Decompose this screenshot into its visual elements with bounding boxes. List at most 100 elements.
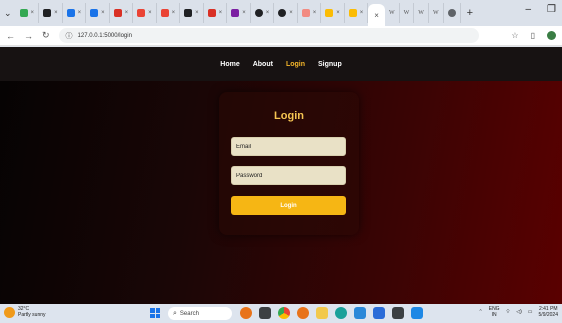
nav-link-login[interactable]: Login bbox=[286, 61, 305, 68]
toolbar-actions: ☆ ▯ bbox=[511, 31, 556, 40]
tray-chevron-up-icon[interactable]: ⌃ bbox=[479, 309, 483, 315]
language-indicator[interactable]: ENG IN bbox=[489, 306, 500, 318]
chrome-icon[interactable] bbox=[278, 307, 290, 319]
nav-link-signup[interactable]: Signup bbox=[318, 61, 342, 68]
new-tab-button[interactable]: + bbox=[467, 7, 473, 19]
close-icon[interactable]: × bbox=[54, 10, 58, 16]
nav-link-home[interactable]: Home bbox=[220, 61, 239, 68]
browser-tab[interactable]: × bbox=[298, 3, 322, 23]
tab-favicon-icon bbox=[43, 9, 52, 17]
clock[interactable]: 2:41 PM 5/9/2024 bbox=[539, 306, 558, 318]
browser-tab[interactable]: × bbox=[39, 3, 63, 23]
wifi-icon[interactable]: ⌔ bbox=[506, 309, 511, 315]
close-icon[interactable]: × bbox=[219, 10, 223, 16]
browser-tab[interactable]: × bbox=[133, 3, 157, 23]
edge-icon[interactable] bbox=[335, 307, 347, 319]
browser-tab[interactable]: × bbox=[204, 3, 228, 23]
windows-taskbar: 32°C Partly sunny ⌕ Search ⌃ ENG IN ⌔ ◁)… bbox=[0, 304, 562, 323]
close-icon[interactable]: × bbox=[289, 10, 293, 16]
region-label: IN bbox=[491, 312, 497, 318]
github-icon bbox=[278, 9, 287, 17]
close-icon[interactable]: × bbox=[266, 10, 270, 16]
side-panel-icon[interactable]: ▯ bbox=[531, 31, 535, 40]
browser-tab[interactable] bbox=[444, 3, 461, 23]
browser-tab[interactable]: × bbox=[86, 3, 110, 23]
tab-favicon-icon bbox=[184, 9, 193, 17]
login-button[interactable]: Login bbox=[231, 196, 346, 215]
store-icon[interactable] bbox=[373, 307, 385, 319]
widget-icon[interactable] bbox=[240, 307, 252, 319]
browser-tab[interactable]: × bbox=[227, 3, 251, 23]
weather-sun-icon bbox=[4, 306, 15, 318]
close-icon[interactable]: × bbox=[374, 11, 379, 20]
weather-text: 32°C Partly sunny bbox=[18, 306, 46, 318]
vscode-icon[interactable] bbox=[411, 307, 423, 319]
close-icon[interactable]: × bbox=[101, 10, 105, 16]
battery-icon[interactable]: ▭ bbox=[528, 309, 533, 315]
weather-widget[interactable]: 32°C Partly sunny bbox=[4, 306, 46, 318]
browser-tab[interactable]: W bbox=[429, 3, 444, 23]
app-icon[interactable] bbox=[297, 307, 309, 319]
password-field[interactable] bbox=[231, 166, 346, 185]
browser-tab[interactable]: W bbox=[385, 3, 400, 23]
close-icon[interactable]: × bbox=[195, 10, 199, 16]
tab-favicon-icon bbox=[325, 9, 334, 17]
browser-toolbar: ← → ↻ ⓘ 127.0.0.1:5000/login ☆ ▯ bbox=[0, 26, 562, 46]
terminal-icon[interactable] bbox=[392, 307, 404, 319]
forward-arrow-icon[interactable]: → bbox=[24, 31, 33, 41]
youtube-icon bbox=[207, 9, 216, 17]
browser-tab[interactable]: × bbox=[157, 3, 181, 23]
browser-tab-strip: ⌄ × × × × × × × × × × × × × × × × W W W … bbox=[0, 0, 562, 26]
wikipedia-icon: W bbox=[403, 10, 410, 16]
profile-avatar-icon[interactable] bbox=[547, 31, 556, 40]
email-field[interactable] bbox=[231, 137, 346, 156]
browser-tab[interactable]: × bbox=[180, 3, 204, 23]
browser-tab[interactable]: W bbox=[414, 3, 429, 23]
close-icon[interactable]: × bbox=[148, 10, 152, 16]
wikipedia-icon: W bbox=[432, 10, 439, 16]
browser-tab-active[interactable]: × bbox=[368, 4, 385, 26]
browser-tab[interactable]: × bbox=[274, 3, 298, 23]
file-explorer-icon[interactable] bbox=[316, 307, 328, 319]
bookmark-star-icon[interactable]: ☆ bbox=[511, 31, 518, 40]
app-icon[interactable] bbox=[354, 307, 366, 319]
wikipedia-icon: W bbox=[388, 10, 395, 16]
browser-tab[interactable]: × bbox=[345, 3, 369, 23]
close-icon[interactable]: × bbox=[242, 10, 246, 16]
close-icon[interactable]: × bbox=[125, 10, 129, 16]
taskbar-apps bbox=[240, 307, 423, 319]
gmail-icon bbox=[160, 9, 169, 17]
windows-start-icon[interactable] bbox=[150, 308, 160, 318]
close-icon[interactable]: × bbox=[31, 10, 35, 16]
browser-tab[interactable]: × bbox=[110, 3, 134, 23]
task-view-icon[interactable] bbox=[259, 307, 271, 319]
browser-tab[interactable]: × bbox=[16, 3, 40, 23]
site-info-icon[interactable]: ⓘ bbox=[66, 31, 73, 41]
volume-icon[interactable]: ◁) bbox=[516, 309, 522, 315]
close-icon[interactable]: × bbox=[336, 10, 340, 16]
reload-icon[interactable]: ↻ bbox=[42, 30, 50, 41]
taskbar-search-placeholder: Search bbox=[179, 310, 199, 317]
wikipedia-icon: W bbox=[418, 10, 424, 16]
address-bar[interactable]: ⓘ 127.0.0.1:5000/login bbox=[58, 28, 479, 43]
login-title: Login bbox=[274, 110, 304, 122]
browser-tab[interactable]: × bbox=[63, 3, 87, 23]
tab-favicon-icon bbox=[301, 9, 310, 17]
minimize-icon[interactable]: – bbox=[525, 4, 531, 15]
clock-date: 5/9/2024 bbox=[538, 312, 558, 318]
login-card: Login Login bbox=[219, 92, 359, 235]
back-arrow-icon[interactable]: ← bbox=[6, 31, 15, 41]
maximize-icon[interactable]: ❐ bbox=[547, 4, 556, 15]
close-icon[interactable]: × bbox=[78, 10, 82, 16]
browser-tab[interactable]: × bbox=[321, 3, 345, 23]
browser-tab[interactable]: × bbox=[251, 3, 275, 23]
taskbar-search[interactable]: ⌕ Search bbox=[168, 307, 232, 320]
close-icon[interactable]: × bbox=[313, 10, 317, 16]
close-icon[interactable]: × bbox=[360, 10, 364, 16]
close-icon[interactable]: × bbox=[172, 10, 176, 16]
nav-link-about[interactable]: About bbox=[253, 61, 273, 68]
tab-favicon-icon bbox=[447, 9, 456, 17]
browser-tab[interactable]: W bbox=[400, 3, 415, 23]
system-tray: ⌃ ENG IN ⌔ ◁) ▭ 2:41 PM 5/9/2024 bbox=[479, 306, 558, 318]
tab-search-chevron-icon[interactable]: ⌄ bbox=[4, 8, 12, 19]
